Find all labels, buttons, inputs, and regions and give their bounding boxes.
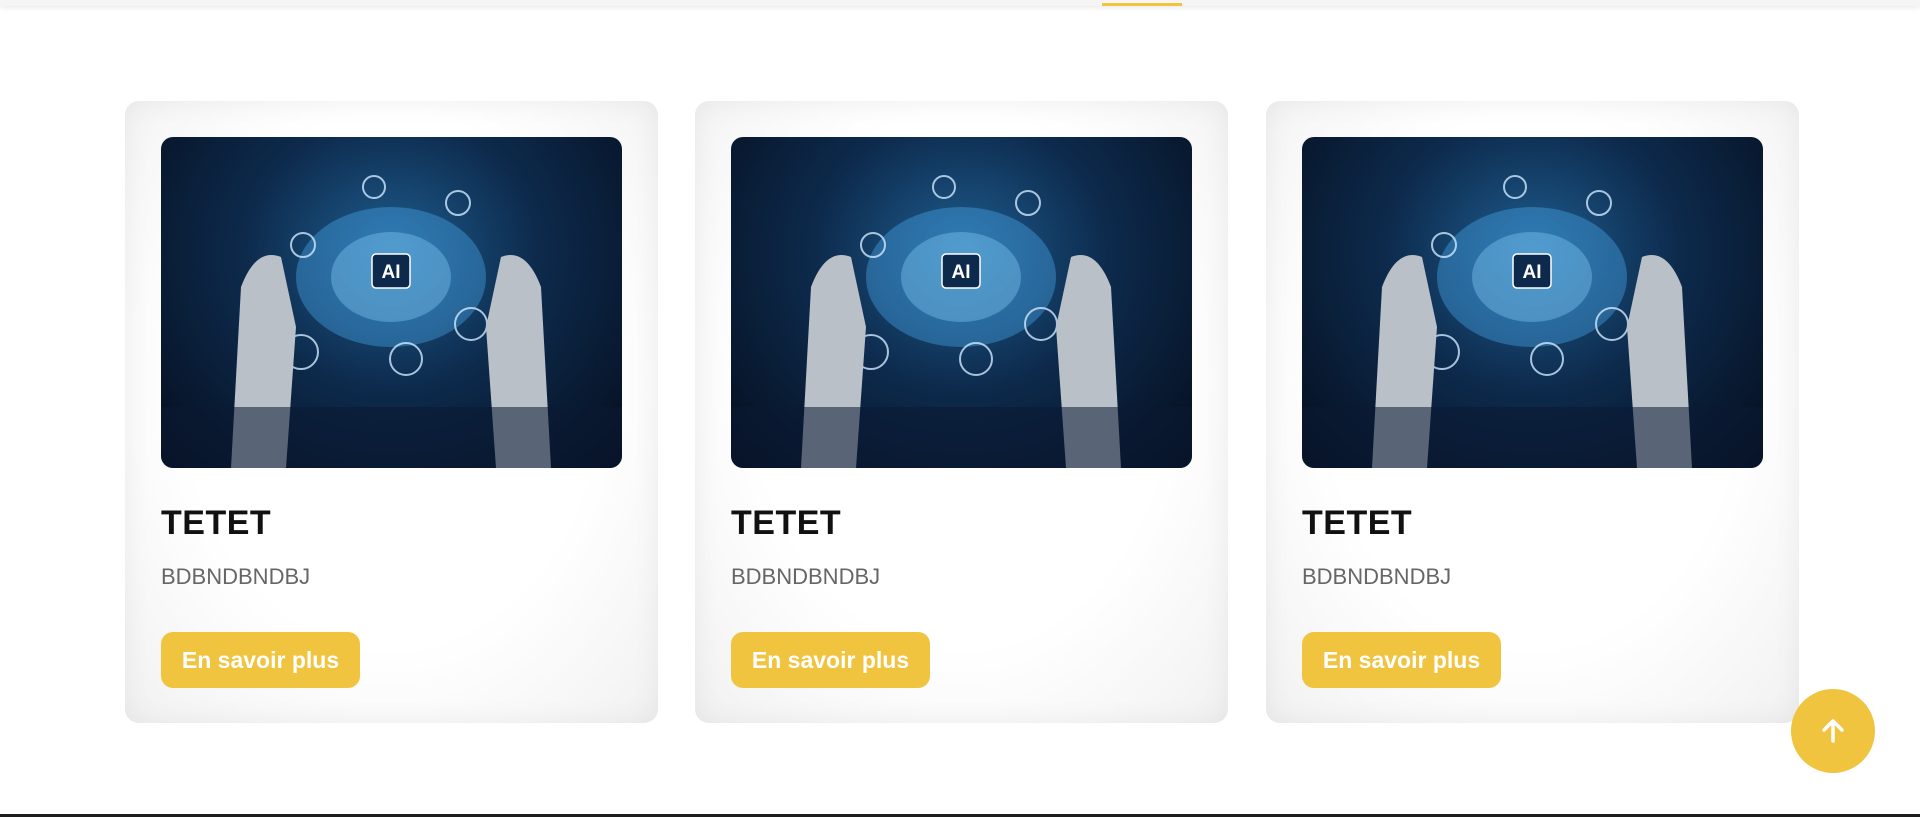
learn-more-button[interactable]: En savoir plus bbox=[161, 632, 360, 688]
ai-robot-hands-image: AI bbox=[161, 137, 622, 468]
service-card: AI TETET BDBNDBNDBJ En savoir plus bbox=[695, 101, 1228, 723]
active-nav-indicator bbox=[1102, 3, 1182, 6]
service-card: AI TETET BDBNDBNDBJ En savoir plus bbox=[125, 101, 658, 723]
scroll-to-top-button[interactable] bbox=[1791, 689, 1875, 773]
service-card: AI TETET BDBNDBNDBJ En savoir plus bbox=[1266, 101, 1799, 723]
card-title: TETET bbox=[161, 504, 272, 542]
ai-chip-label: AI bbox=[382, 262, 401, 283]
ai-robot-hands-image: AI bbox=[1302, 137, 1763, 468]
ai-chip-label: AI bbox=[1523, 262, 1542, 283]
top-navigation-bar bbox=[0, 0, 1920, 6]
learn-more-button[interactable]: En savoir plus bbox=[731, 632, 930, 688]
ai-robot-hands-image: AI bbox=[731, 137, 1192, 468]
learn-more-button[interactable]: En savoir plus bbox=[1302, 632, 1501, 688]
ai-chip-label: AI bbox=[952, 262, 971, 283]
card-title: TETET bbox=[731, 504, 842, 542]
arrow-up-icon bbox=[1820, 718, 1846, 744]
card-description: BDBNDBNDBJ bbox=[1302, 564, 1452, 589]
card-title: TETET bbox=[1302, 504, 1413, 542]
card-description: BDBNDBNDBJ bbox=[731, 564, 881, 589]
card-description: BDBNDBNDBJ bbox=[161, 564, 311, 589]
